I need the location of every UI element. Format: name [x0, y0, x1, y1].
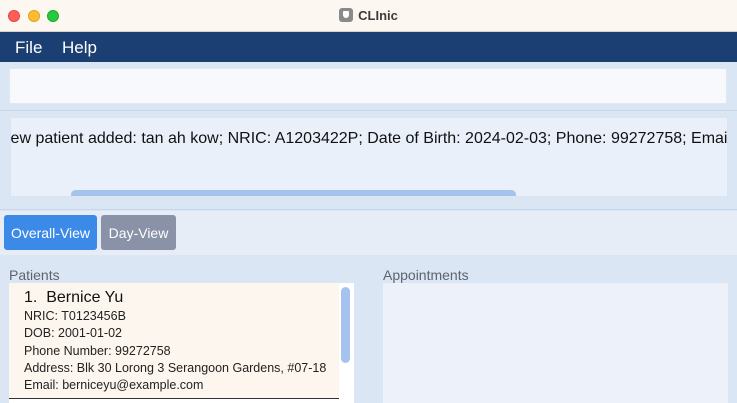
patient-dob: DOB: 2001-01-02	[24, 326, 122, 340]
patient-index: 1.	[24, 289, 38, 306]
command-input[interactable]	[9, 68, 727, 104]
patient-name-line: 1. Bernice Yu	[24, 289, 123, 307]
patients-label: Patients	[9, 267, 60, 283]
patient-email: Email: berniceyu@example.com	[24, 378, 204, 392]
appointments-label: Appointments	[383, 267, 469, 283]
result-message: New patient added: tan ah kow; NRIC: A12…	[10, 130, 728, 147]
menu-help[interactable]: Help	[62, 38, 97, 58]
patient-name: Bernice Yu	[46, 289, 124, 306]
app-icon	[339, 8, 354, 22]
menu-file[interactable]: File	[15, 38, 42, 58]
menu-bar: File Help	[0, 32, 737, 62]
overall-view-button[interactable]: Overall-View	[4, 215, 97, 250]
patient-nric: NRIC: T0123456B	[24, 309, 126, 323]
patient-phone: Phone Number: 99272758	[24, 344, 171, 358]
result-display: New patient added: tan ah kow; NRIC: A12…	[10, 117, 728, 197]
patient-list: 1. Bernice Yu NRIC: T0123456B DOB: 2001-…	[9, 283, 354, 403]
horizontal-scrollbar[interactable]	[71, 190, 516, 196]
patient-card[interactable]: 1. Bernice Yu NRIC: T0123456B DOB: 2001-…	[9, 283, 339, 399]
day-view-button[interactable]: Day-View	[101, 215, 176, 250]
window-title: CLInic	[0, 8, 737, 23]
result-panel: New patient added: tan ah kow; NRIC: A12…	[0, 110, 737, 210]
title-bar: CLInic	[0, 0, 737, 32]
window-title-text: CLInic	[358, 8, 398, 23]
patient-address: Address: Blk 30 Lorong 3 Serangoon Garde…	[24, 361, 327, 375]
view-toggle-bar: Overall-View Day-View	[0, 211, 737, 255]
appointment-list	[383, 283, 728, 403]
vertical-scrollbar[interactable]	[341, 287, 350, 363]
